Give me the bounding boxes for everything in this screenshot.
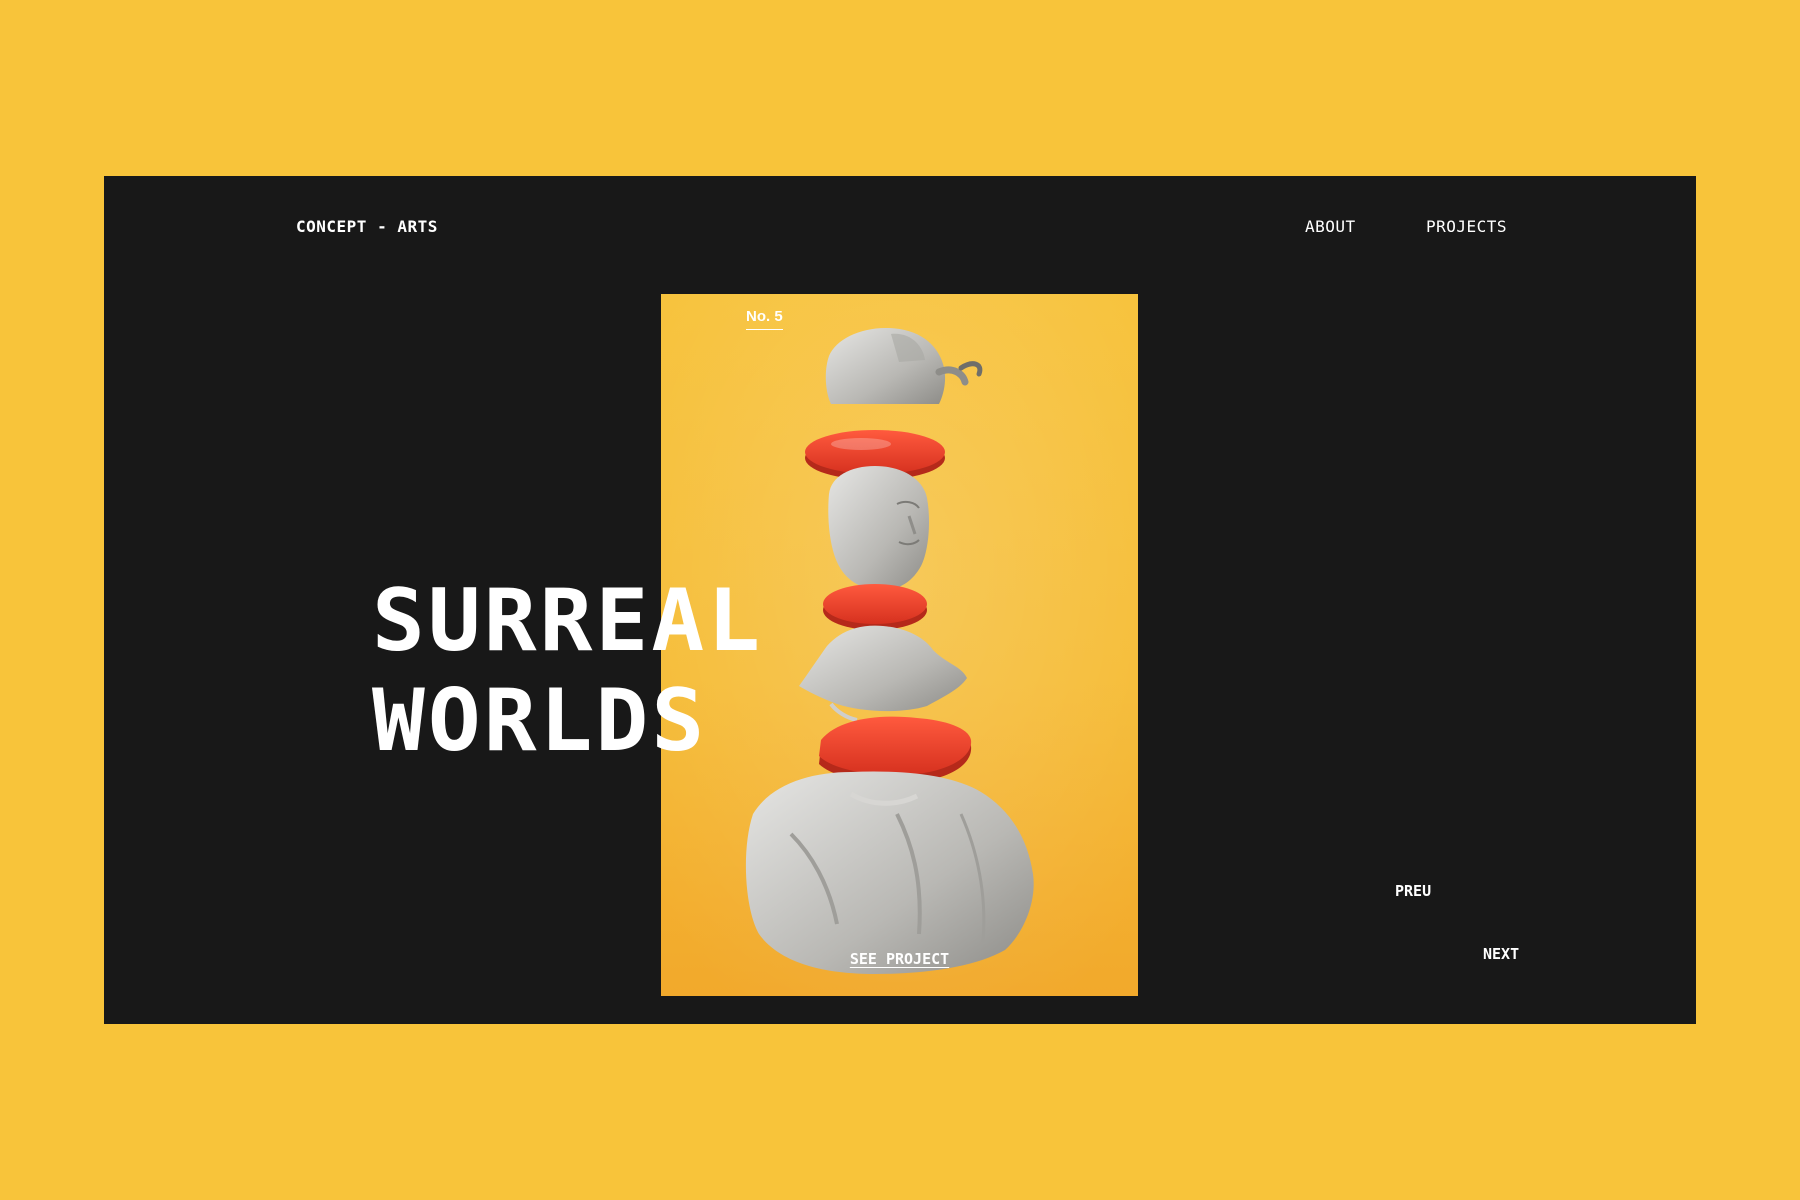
- next-button[interactable]: NEXT: [1483, 945, 1519, 963]
- nav-about-link[interactable]: ABOUT: [1305, 217, 1356, 236]
- nav-projects-link[interactable]: PROJECTS: [1426, 217, 1507, 236]
- see-project-link[interactable]: SEE PROJECT: [661, 950, 1138, 968]
- hero-title-line-2: WORLDS: [372, 671, 708, 771]
- website-frame: CONCEPT - ARTS ABOUT PROJECTS No. 5 SEE …: [104, 176, 1696, 1024]
- hero-title-line-1: SURREAL: [372, 571, 764, 671]
- prev-button[interactable]: PREU: [1395, 882, 1431, 900]
- poster-number-label: No. 5: [746, 308, 783, 330]
- hero-title: SURREAL WORLDS: [372, 571, 763, 771]
- site-logo[interactable]: CONCEPT - ARTS: [296, 217, 438, 236]
